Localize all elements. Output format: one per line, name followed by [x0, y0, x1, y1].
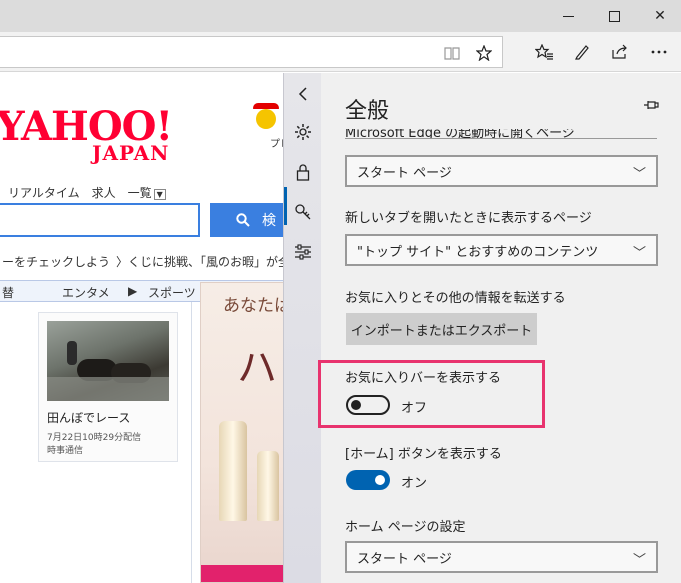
close-icon: ✕: [654, 8, 666, 24]
reading-view-icon[interactable]: [437, 37, 467, 69]
nav-link-list-label: 一覧: [127, 185, 152, 200]
nav-link-jobs[interactable]: 求人: [92, 184, 116, 201]
import-export-button[interactable]: インポートまたはエクスポート: [346, 313, 537, 345]
product-bottle: [219, 421, 247, 521]
key-icon[interactable]: [284, 193, 322, 231]
news-card-date: 7月22日10時29分配信: [47, 433, 142, 443]
newtab-value: "トップ サイト" とおすすめのコンテンツ: [357, 244, 599, 260]
ticker-item[interactable]: ーをチェックしよう: [2, 253, 110, 275]
pin-icon[interactable]: [639, 93, 663, 117]
yahoo-logo-japan: JAPAN: [92, 141, 170, 165]
favorites-hub-icon[interactable]: [525, 32, 563, 72]
news-photo: [47, 321, 169, 401]
gear-icon[interactable]: [284, 113, 322, 151]
lock-icon[interactable]: [284, 153, 322, 191]
highlight-box: [318, 360, 545, 428]
news-card-source: 時事通信: [47, 446, 84, 456]
ad-big-char: ハ: [237, 345, 277, 391]
news-card-meta: 7月22日10時29分配信 時事通信: [47, 432, 169, 458]
search-input[interactable]: [0, 203, 200, 237]
nav-link-list[interactable]: 一覧 ▼: [128, 184, 166, 201]
nav-links: リアルタイム 求人 一覧 ▼: [0, 181, 300, 203]
startup-page-value: スタート ページ: [357, 165, 452, 181]
news-ticker: ーをチェックしよう 〉くじに挑戦、「風のお暇」が全巻: [0, 253, 300, 275]
settings-rail: [283, 73, 321, 583]
homepage-value: スタート ページ: [357, 551, 452, 567]
web-page: YAHOO! JAPAN プレミア リアルタイム 求人 一覧▼ 検 ーをチェック…: [0, 73, 300, 583]
address-field[interactable]: [0, 36, 503, 68]
title-bar: ✕: [0, 0, 681, 32]
startup-label-text: Microsoft Edge の起動時に開くページ: [345, 129, 575, 139]
homepage-label: ホーム ページの設定: [345, 520, 466, 535]
settings-pane: 全般 Microsoft Edge の起動時に開くページ スタート ページ ﹀ …: [321, 73, 681, 583]
minimize-button[interactable]: [545, 0, 591, 32]
star-icon[interactable]: [469, 37, 499, 69]
more-icon[interactable]: [640, 32, 678, 72]
ticker-item[interactable]: 〉くじに挑戦、「風のお暇」が全巻: [116, 253, 300, 275]
startup-page-select[interactable]: スタート ページ ﹀: [345, 155, 658, 187]
home-button-toggle[interactable]: [346, 470, 390, 490]
sliders-icon[interactable]: [284, 233, 322, 271]
transfer-label: お気に入りとその他の情報を転送する: [345, 291, 566, 306]
newtab-label: 新しいタブを開いたときに表示するページ: [345, 211, 592, 226]
share-icon[interactable]: [601, 32, 639, 72]
search-icon: [236, 213, 250, 227]
home-button-label: [ホーム] ボタンを表示する: [345, 447, 502, 462]
news-column: 田んぼでレース 7月22日10時29分配信 時事通信: [0, 302, 192, 583]
maximize-icon: [608, 10, 620, 22]
ad-headline: あなたは: [223, 296, 291, 316]
newtab-select[interactable]: "トップ サイト" とおすすめのコンテンツ ﹀: [345, 234, 658, 266]
news-card[interactable]: 田んぼでレース 7月22日10時29分配信 時事通信: [38, 312, 178, 462]
search-button-label: 検: [262, 213, 276, 229]
close-button[interactable]: ✕: [637, 0, 681, 32]
chevron-down-icon: ﹀: [632, 246, 646, 261]
premium-link[interactable]: プレミア: [246, 103, 300, 150]
gift-icon: [253, 103, 279, 133]
settings-title: 全般: [345, 99, 390, 124]
tab-entertainment[interactable]: エンタメ: [62, 284, 110, 301]
toggle-knob: [375, 475, 385, 485]
maximize-button[interactable]: [591, 0, 637, 32]
chevron-down-icon: ﹀: [632, 553, 646, 568]
back-chevron-icon[interactable]: [284, 75, 322, 113]
minimize-icon: [562, 15, 574, 17]
chevron-down-icon: ﹀: [632, 167, 646, 182]
pen-icon[interactable]: [563, 32, 601, 72]
news-card-title: 田んぼでレース: [47, 411, 131, 425]
home-button-state: オン: [401, 476, 428, 491]
tab-economy[interactable]: 替: [2, 284, 14, 301]
homepage-select[interactable]: スタート ページ ﹀: [345, 541, 658, 573]
dropdown-icon: ▼: [153, 188, 166, 200]
tab-sports[interactable]: スポーツ: [148, 284, 196, 301]
startup-label: Microsoft Edge の起動時に開くページ: [345, 129, 657, 139]
tab-arrow-icon: ▶: [128, 284, 138, 298]
product-bottle: [257, 451, 279, 521]
nav-link-realtime[interactable]: リアルタイム: [8, 184, 80, 201]
